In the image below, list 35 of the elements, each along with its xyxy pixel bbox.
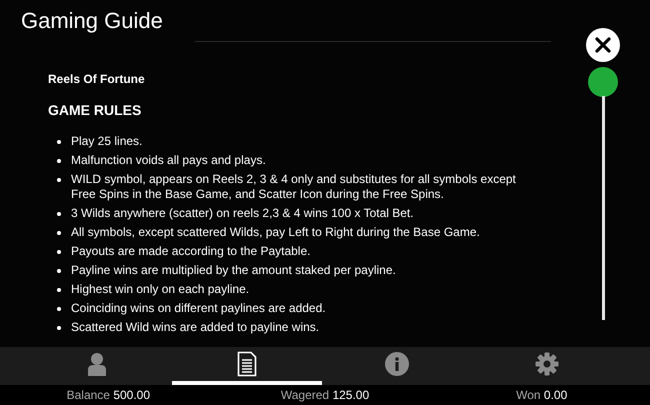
rule-text: Payline wins are multiplied by the amount staked per payline. — [71, 263, 396, 278]
close-icon — [594, 36, 612, 54]
status-label: Won — [516, 388, 541, 402]
bullet-icon — [57, 140, 61, 144]
bullet-icon — [57, 326, 61, 330]
rule-text: Highest win only on each payline. — [71, 282, 250, 297]
rule-text: WILD symbol, appears on Reels 2, 3 & 4 only and substitutes for all symbols except Free Spins in the Base Game, and Scatter Icon during the Free Spins. — [71, 172, 517, 202]
bullet-icon — [57, 250, 61, 254]
section-heading: GAME RULES — [48, 102, 142, 118]
game-name: Reels Of Fortune — [48, 72, 146, 86]
status-label: Wagered — [280, 388, 330, 402]
bullet-icon — [57, 231, 61, 235]
bullet-icon — [57, 269, 61, 273]
status-value: 500.00 — [113, 388, 150, 402]
bullet-icon — [57, 307, 61, 311]
rule-text: 3 Wilds anywhere (scatter) on reels 2,3 & 4 wins 100 x Total Bet. — [71, 206, 414, 221]
bullet-icon — [57, 288, 61, 292]
bullet-icon — [57, 159, 61, 163]
rule-text: Play 25 lines. — [71, 134, 142, 149]
scroll-bar[interactable] — [588, 67, 618, 320]
rule-text: Coinciding wins on different paylines are added. — [71, 301, 326, 316]
rule-text: Payouts are made according to the Paytable. — [71, 244, 310, 259]
close-button[interactable] — [586, 28, 620, 62]
bullet-icon — [57, 212, 61, 216]
rule-text: Malfunction voids all pays and plays. — [71, 153, 266, 168]
info-icon — [385, 352, 409, 376]
bullet-icon — [57, 178, 61, 182]
status-value: 0.00 — [544, 388, 568, 402]
rule-text: All symbols, except scattered Wilds, pay Left to Right during the Base Game. — [71, 225, 480, 240]
document-icon — [237, 351, 257, 377]
rule-text: Scattered Wild wins are added to payline wins. — [71, 320, 320, 335]
window-title: Gaming Guide — [21, 8, 163, 34]
status-label: Balance — [66, 388, 110, 402]
person-icon — [87, 352, 107, 376]
status-value: 125.00 — [332, 388, 370, 402]
